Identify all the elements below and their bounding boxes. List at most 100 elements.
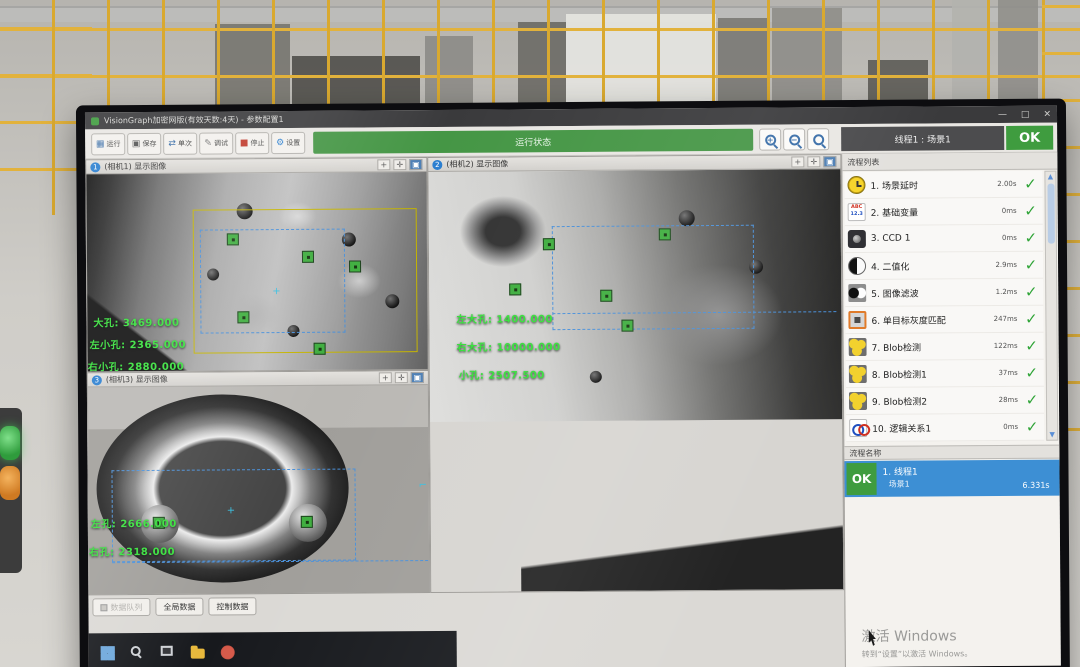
- process-item[interactable]: 10. 逻辑关系1 0ms ✓: [846, 413, 1045, 443]
- check-icon: ✓: [1024, 255, 1038, 274]
- measurement-label: 右大孔: 10000.000: [456, 342, 561, 354]
- detection-marker: [301, 250, 315, 263]
- process-item[interactable]: 6. 单目标灰度匹配 247ms ✓: [845, 305, 1044, 335]
- move-icon[interactable]: ✛: [393, 159, 407, 171]
- check-icon: ✓: [1025, 390, 1039, 409]
- windows-activation-watermark: 激活 Windows 转到“设置”以激活 Windows。: [861, 628, 973, 659]
- measurement-label: 左孔: 2666.000: [90, 518, 177, 531]
- debug-icon: ✎: [204, 138, 212, 149]
- process-item[interactable]: 5. 图像滤波 1.2ms ✓: [845, 278, 1044, 308]
- scroll-down-icon[interactable]: ▼: [1047, 431, 1057, 439]
- camera-capture-icon[interactable]: ▣: [409, 159, 423, 171]
- settings-icon: ⚙: [276, 137, 285, 148]
- ok-status-button[interactable]: OK: [1006, 125, 1054, 150]
- check-icon: ✓: [1024, 201, 1038, 220]
- view2-number-badge: 2: [432, 159, 443, 170]
- status-badge: OK: [846, 462, 877, 496]
- process-item[interactable]: 7. Blob检测 122ms ✓: [845, 332, 1044, 362]
- debug-button[interactable]: ✎ 调试: [199, 132, 234, 155]
- tab-control-data[interactable]: 控制数据: [208, 597, 257, 616]
- detection-marker: [237, 311, 250, 324]
- save-button[interactable]: ▣ 保存: [127, 132, 162, 156]
- run-status-bar: 运行状态: [313, 128, 754, 154]
- view1-number-badge: 1: [90, 161, 101, 172]
- maximize-button[interactable]: □: [1021, 109, 1030, 119]
- fit-icon[interactable]: +: [378, 372, 392, 384]
- stack-light-green: [0, 426, 20, 460]
- zoom-out-button[interactable]: −: [783, 128, 806, 151]
- measurement-label: 右小孔: 2880.000: [87, 361, 185, 372]
- run-button[interactable]: ▦ 运行: [91, 133, 126, 156]
- camera2-image[interactable]: 左大孔: 1400.000 右大孔: 10000.000 小孔: 2507.50…: [428, 169, 844, 592]
- filter-icon: [848, 283, 867, 303]
- camera-view-3: 3 (相机3) 显示图像 + ✛ ▣ + ⌐ 左孔: 2666.000 右孔: …: [86, 370, 431, 596]
- detection-marker: [621, 319, 634, 332]
- windows-taskbar: [88, 630, 457, 667]
- taskview-icon[interactable]: [160, 645, 173, 656]
- result-time: 6.331s: [1022, 480, 1050, 490]
- stop-icon: ■: [239, 137, 249, 148]
- scroll-up-icon[interactable]: ▲: [1045, 173, 1055, 181]
- thread-header: 线程1 : 场景1: [841, 125, 1005, 152]
- settings-button[interactable]: ⚙ 设置: [271, 131, 306, 155]
- process-item[interactable]: 8. Blob检测1 37ms ✓: [845, 359, 1044, 389]
- crosshair-icon: +: [272, 286, 281, 298]
- result-row-selected[interactable]: OK 1. 线程1 场景1 6.331s: [844, 459, 1060, 498]
- camera-capture-icon[interactable]: ▣: [410, 372, 424, 384]
- process-item[interactable]: 4. 二值化 2.9ms ✓: [844, 251, 1044, 281]
- close-button[interactable]: ✕: [1043, 109, 1051, 119]
- camera3-image[interactable]: + ⌐ 左孔: 2666.000 右孔: 2318.000: [87, 385, 430, 595]
- scrollbar-thumb[interactable]: [1047, 183, 1055, 244]
- app-icon: [90, 116, 100, 125]
- view3-title: (相机3) 显示图像: [105, 374, 168, 385]
- stop-button[interactable]: ■ 停止: [235, 132, 270, 155]
- search-icon[interactable]: [130, 645, 141, 656]
- fit-icon[interactable]: +: [377, 159, 391, 171]
- start-icon[interactable]: [100, 645, 115, 660]
- detection-marker: [509, 283, 522, 296]
- zoom-fit-icon: [812, 133, 824, 145]
- process-item[interactable]: 9. Blob检测2 28ms ✓: [845, 386, 1045, 416]
- result-scene-label: 场景1: [888, 479, 910, 489]
- bottom-tab-bar: 数据队列 全局数据 控制数据: [92, 597, 257, 617]
- blob-icon: [848, 364, 867, 384]
- view3-number-badge: 3: [91, 374, 102, 385]
- camera-view-2: 2 (相机2) 显示图像 + ✛ ▣ 左大孔: 1400.000 右大孔: 10…: [427, 154, 845, 594]
- check-icon: ✓: [1025, 309, 1038, 328]
- zoom-fit-button[interactable]: [807, 128, 830, 151]
- move-icon[interactable]: ✛: [394, 372, 408, 384]
- blob-icon: [848, 391, 868, 411]
- move-icon[interactable]: ✛: [807, 156, 821, 168]
- camera1-image[interactable]: + 大孔: 3469.000 左小孔: 2365.000 右小孔: 2880.0…: [86, 172, 428, 372]
- single-run-button[interactable]: ⇄ 单次: [163, 132, 198, 155]
- binarize-icon: [847, 256, 867, 276]
- measurement-label: 右孔: 2318.000: [89, 546, 176, 559]
- process-item[interactable]: 3. CCD 1 0ms ✓: [844, 224, 1043, 254]
- check-icon: ✓: [1025, 417, 1039, 436]
- check-icon: ✓: [1025, 336, 1038, 355]
- explorer-icon[interactable]: [190, 648, 205, 659]
- detection-marker: [226, 233, 239, 246]
- minimize-button[interactable]: —: [998, 109, 1007, 119]
- fit-icon[interactable]: +: [791, 156, 805, 168]
- result-thread-label: 1. 线程1: [882, 467, 918, 478]
- view1-title: (相机1) 显示图像: [104, 161, 167, 172]
- process-item[interactable]: 2. 基础变量 0ms ✓: [844, 197, 1043, 227]
- process-item[interactable]: 1. 场景延时 2.00s ✓: [844, 170, 1043, 200]
- measurement-label: 左大孔: 1400.000: [456, 314, 553, 326]
- tab-global-data[interactable]: 全局数据: [155, 597, 204, 616]
- scrollbar[interactable]: ▲ ▼: [1044, 170, 1059, 441]
- zoom-in-button[interactable]: +: [759, 128, 782, 151]
- zoom-out-icon: −: [788, 133, 800, 145]
- tab-data-queue[interactable]: 数据队列: [92, 597, 151, 617]
- logic-icon: [849, 418, 868, 438]
- media-app-icon[interactable]: [220, 644, 235, 659]
- camera-capture-icon[interactable]: ▣: [823, 156, 837, 168]
- result-list-header: 流程名称: [844, 444, 1060, 461]
- detection-marker: [542, 238, 555, 251]
- view2-title: (相机2) 显示图像: [446, 159, 509, 169]
- clock-icon: [847, 175, 866, 195]
- camera-view-1: 1 (相机1) 显示图像 + ✛ ▣ + 大孔: 3469.000 左小孔: 2…: [85, 157, 429, 373]
- match-icon: [848, 310, 867, 330]
- detection-marker: [658, 228, 671, 241]
